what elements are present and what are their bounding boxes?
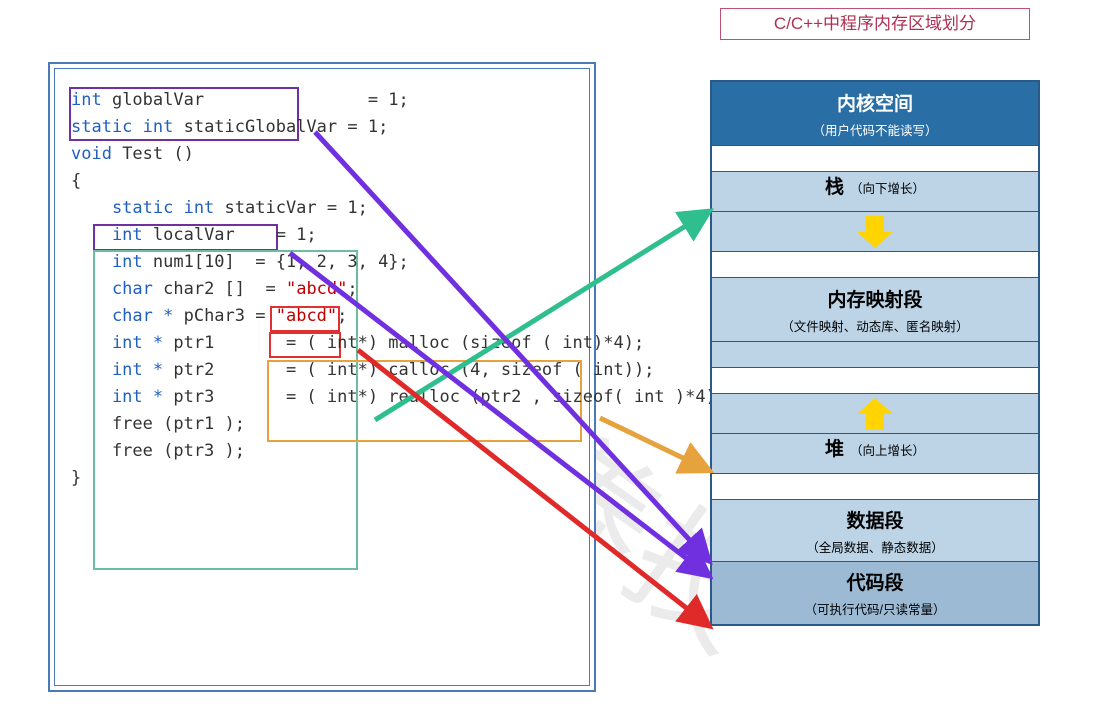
mem-code-sub: （可执行代码/只读常量） bbox=[805, 599, 946, 618]
mem-stack: 栈 （向下增长） bbox=[712, 172, 1038, 212]
mem-code-title: 代码段 bbox=[846, 568, 903, 595]
arrow-down-icon bbox=[857, 216, 893, 248]
mem-stack-arrow bbox=[712, 212, 1038, 252]
mem-heap-title: 堆 bbox=[825, 434, 844, 461]
arrow-alloc-to-heap bbox=[600, 418, 708, 470]
mem-stack-sub: （向下增长） bbox=[850, 178, 925, 197]
mem-gap bbox=[712, 342, 1038, 368]
mem-gap bbox=[712, 474, 1038, 500]
code-line: int localVar = 1; bbox=[71, 222, 573, 249]
code-line: } bbox=[71, 465, 573, 492]
code-line: char * pChar3 = "abcd"; bbox=[71, 303, 573, 330]
code-line: int globalVar = 1; bbox=[71, 87, 573, 114]
code-line: static int staticGlobalVar = 1; bbox=[71, 114, 573, 141]
mem-heap: 堆 （向上增长） bbox=[712, 434, 1038, 474]
mem-data-sub: （全局数据、静态数据） bbox=[806, 537, 944, 556]
mem-kernel: 内核空间 （用户代码不能读写） bbox=[712, 82, 1038, 146]
mem-heap-sub: （向上增长） bbox=[850, 440, 925, 459]
mem-data: 数据段 （全局数据、静态数据） bbox=[712, 500, 1038, 562]
mem-gap bbox=[712, 368, 1038, 394]
diagram-title: C/C++中程序内存区域划分 bbox=[720, 8, 1030, 40]
mem-kernel-title: 内核空间 bbox=[837, 89, 913, 116]
code-line: void Test () bbox=[71, 141, 573, 168]
mem-data-title: 数据段 bbox=[846, 506, 903, 533]
code-line: { bbox=[71, 168, 573, 195]
code-panel: int globalVar = 1; static int staticGlob… bbox=[48, 62, 596, 692]
mem-heap-arrow bbox=[712, 394, 1038, 434]
code-line: int * ptr2 = ( int*) calloc (4, sizeof (… bbox=[71, 357, 573, 384]
code-line: int * ptr3 = ( int*) realloc (ptr2 , siz… bbox=[71, 384, 573, 411]
mem-mmap: 内存映射段 （文件映射、动态库、匿名映射） bbox=[712, 278, 1038, 342]
mem-gap bbox=[712, 252, 1038, 278]
mem-kernel-sub: （用户代码不能读写） bbox=[812, 120, 937, 139]
code-line: int * ptr1 = ( int*) malloc (sizeof ( in… bbox=[71, 330, 573, 357]
code-line: static int staticVar = 1; bbox=[71, 195, 573, 222]
code-panel-inner: int globalVar = 1; static int staticGlob… bbox=[54, 68, 590, 686]
mem-mmap-sub: （文件映射、动态库、匿名映射） bbox=[781, 316, 969, 335]
code-line: char char2 [] = "abcd"; bbox=[71, 276, 573, 303]
code-line: int num1[10] = {1, 2, 3, 4}; bbox=[71, 249, 573, 276]
mem-gap bbox=[712, 146, 1038, 172]
code-line: free (ptr1 ); bbox=[71, 411, 573, 438]
code-line: free (ptr3 ); bbox=[71, 438, 573, 465]
arrow-up-icon bbox=[857, 398, 893, 430]
mem-code: 代码段 （可执行代码/只读常量） bbox=[712, 562, 1038, 624]
mem-mmap-title: 内存映射段 bbox=[827, 285, 922, 312]
memory-map: 内核空间 （用户代码不能读写） 栈 （向下增长） 内存映射段 （文件映射、动态库… bbox=[710, 80, 1040, 626]
mem-stack-title: 栈 bbox=[825, 172, 844, 199]
